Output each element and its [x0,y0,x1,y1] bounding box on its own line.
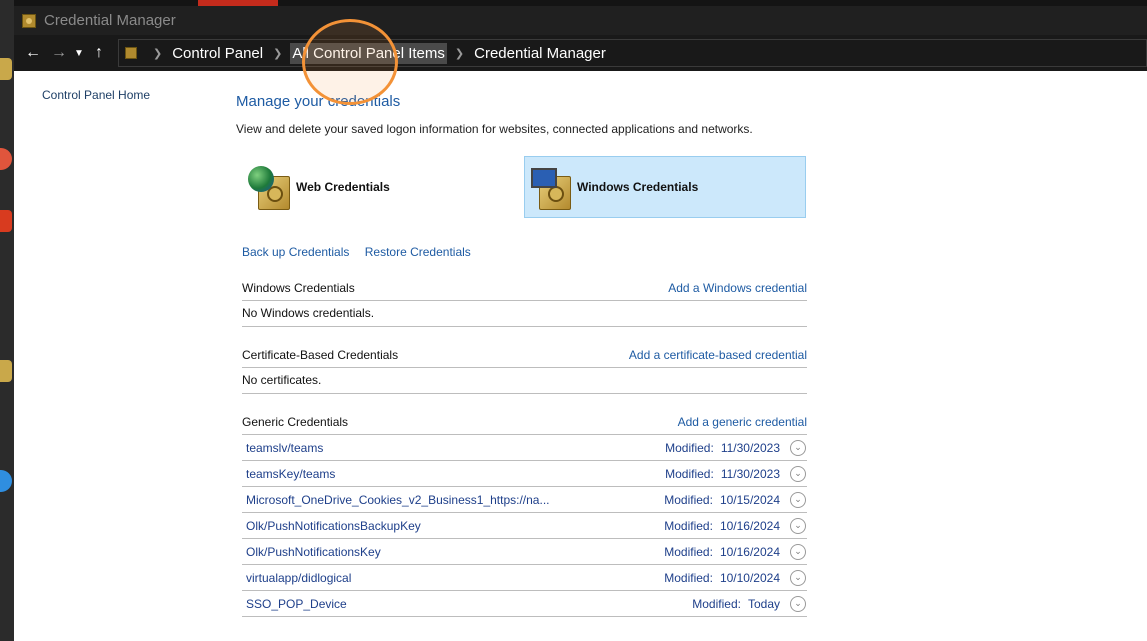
desktop-app-icon[interactable] [0,210,12,232]
modified-label: Modified: [664,570,713,585]
credential-name[interactable]: teamslv/teams [242,441,665,455]
breadcrumb-separator-icon[interactable]: ❯ [265,47,290,60]
forward-arrow-icon[interactable]: → [46,44,72,62]
add-windows-credential-link[interactable]: Add a Windows credential [668,281,807,300]
add-generic-credential-link[interactable]: Add a generic credential [678,415,807,434]
content-area: Control Panel Home Manage your credentia… [14,71,1147,641]
expand-chevron-icon[interactable]: ⌄ [790,543,806,560]
expand-chevron-icon[interactable]: ⌄ [790,465,806,482]
recent-locations-chevron-icon[interactable]: ▼ [72,48,86,59]
web-credentials-icon [248,162,292,212]
credential-name[interactable]: Olk/PushNotificationsBackupKey [242,519,664,533]
breadcrumb-separator-icon[interactable]: ❯ [145,47,170,60]
credential-row[interactable]: Olk/PushNotificationsKey Modified: 10/16… [242,539,807,565]
section-header: Generic Credentials Add a generic creden… [242,412,807,435]
credential-row[interactable]: Olk/PushNotificationsBackupKey Modified:… [242,513,807,539]
credential-manager-window: Credential Manager ← → ▼ ↑ ❯ Control Pan… [14,6,1147,641]
navigation-bar: ← → ▼ ↑ ❯ Control Panel ❯ All Control Pa… [14,35,1147,71]
modified-date: 11/30/2023 [720,440,780,455]
modified-label: Modified: [664,492,713,507]
breadcrumb-credential-manager[interactable]: Credential Manager [472,43,608,64]
title-bar: Credential Manager [14,6,1147,35]
section-header: Certificate-Based Credentials Add a cert… [242,345,807,368]
modified-date: 10/15/2024 [719,492,780,507]
credential-row[interactable]: SSO_POP_Device Modified: Today ⌄ [242,591,807,617]
breadcrumb-all-control-panel-items[interactable]: All Control Panel Items [290,42,447,64]
modified-label: Modified: [664,544,713,559]
expand-chevron-icon[interactable]: ⌄ [790,517,806,534]
expand-chevron-icon[interactable]: ⌄ [790,491,806,508]
modified-date: 10/10/2024 [719,570,780,585]
modified-label: Modified: [692,596,741,611]
desktop-app-icon[interactable] [0,148,12,170]
modified-date: 11/30/2023 [720,466,780,481]
generic-credentials-section: Generic Credentials Add a generic creden… [242,412,807,617]
empty-message: No Windows credentials. [242,301,807,327]
web-credentials-label: Web Credentials [296,180,390,194]
credential-manager-icon [22,13,36,28]
back-arrow-icon[interactable]: ← [20,44,46,62]
breadcrumb-separator-icon[interactable]: ❯ [447,47,472,60]
generic-credentials-list: teamslv/teams Modified: 11/30/2023 ⌄ tea… [242,435,807,617]
modified-label: Modified: [664,518,713,533]
credential-row[interactable]: teamsKey/teams Modified: 11/30/2023 ⌄ [242,461,807,487]
credential-row[interactable]: teamslv/teams Modified: 11/30/2023 ⌄ [242,435,807,461]
credential-name[interactable]: Olk/PushNotificationsKey [242,545,664,559]
address-bar[interactable]: ❯ Control Panel ❯ All Control Panel Item… [118,39,1147,67]
empty-message: No certificates. [242,368,807,394]
credential-name[interactable]: teamsKey/teams [242,467,665,481]
credential-row[interactable]: Microsoft_OneDrive_Cookies_v2_Business1_… [242,487,807,513]
desktop-app-icon[interactable] [0,360,12,382]
windows-credentials-section: Windows Credentials Add a Windows creden… [242,278,807,327]
section-title: Generic Credentials [242,415,349,429]
modified-label: Modified: [665,440,714,455]
modified-label: Modified: [665,466,714,481]
control-panel-home-link[interactable]: Control Panel Home [42,88,150,102]
back-up-credentials-link[interactable]: Back up Credentials [242,245,349,259]
page-title: Manage your credentials [236,93,401,110]
left-navigation-pane: Control Panel Home [42,86,150,104]
expand-chevron-icon[interactable]: ⌄ [790,569,806,586]
up-arrow-icon[interactable]: ↑ [86,44,112,62]
window-title: Credential Manager [44,12,176,29]
control-panel-location-icon [125,47,137,59]
section-header: Windows Credentials Add a Windows creden… [242,278,807,301]
modified-date: 10/16/2024 [719,518,780,533]
credential-row[interactable]: virtualapp/didlogical Modified: 10/10/20… [242,565,807,591]
add-certificate-credential-link[interactable]: Add a certificate-based credential [629,348,807,367]
credential-name[interactable]: virtualapp/didlogical [242,571,664,585]
breadcrumb-control-panel[interactable]: Control Panel [170,43,265,64]
desktop-app-icon[interactable] [0,470,12,492]
expand-chevron-icon[interactable]: ⌄ [790,595,806,612]
web-credentials-tile[interactable]: Web Credentials [244,156,526,218]
page-description: View and delete your saved logon informa… [236,122,753,136]
section-title: Certificate-Based Credentials [242,348,399,362]
section-title: Windows Credentials [242,281,355,295]
restore-credentials-link[interactable]: Restore Credentials [365,245,471,259]
credential-name[interactable]: SSO_POP_Device [242,597,692,611]
certificate-credentials-section: Certificate-Based Credentials Add a cert… [242,345,807,394]
modified-date: Today [747,596,780,611]
windows-credentials-tile[interactable]: Windows Credentials [524,156,806,218]
expand-chevron-icon[interactable]: ⌄ [790,439,806,456]
windows-credentials-label: Windows Credentials [577,180,699,194]
modified-date: 10/16/2024 [719,544,780,559]
desktop-background [0,0,14,641]
backup-restore-links: Back up Credentials Restore Credentials [242,245,483,259]
desktop-app-icon[interactable] [0,58,12,80]
windows-credentials-icon [529,162,573,212]
credential-name[interactable]: Microsoft_OneDrive_Cookies_v2_Business1_… [242,493,664,507]
